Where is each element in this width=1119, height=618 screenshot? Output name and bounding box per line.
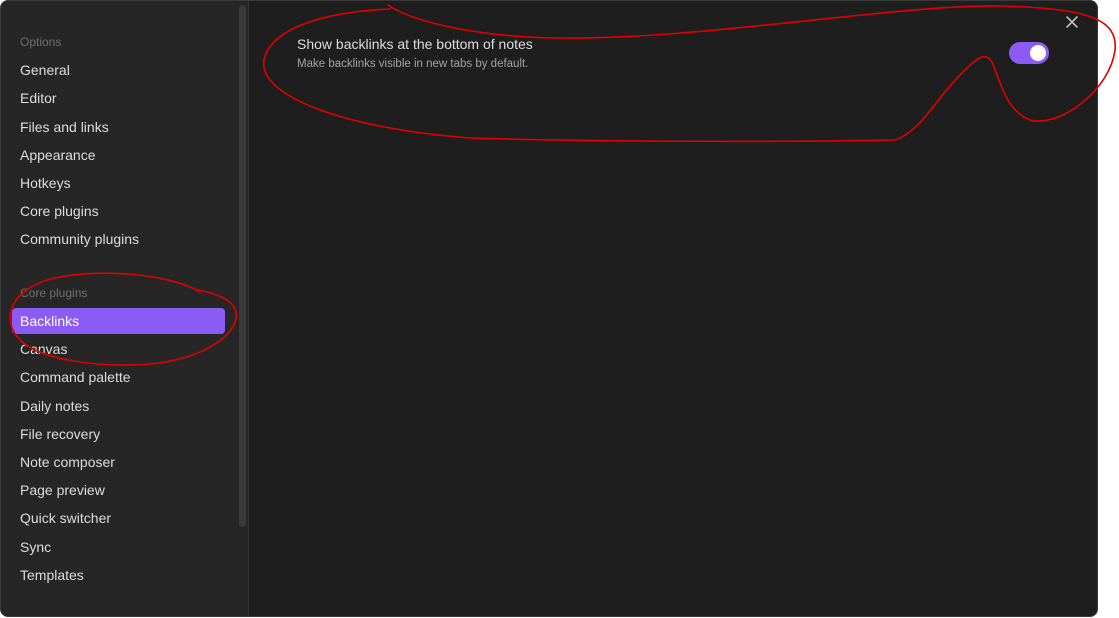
show-backlinks-toggle[interactable] [1009,42,1049,64]
sidebar-item-templates[interactable]: Templates [12,562,225,588]
options-heading: Options [20,35,62,49]
settings-modal: Options General Editor Files and links A… [0,0,1098,617]
sidebar-item-core-plugins[interactable]: Core plugins [12,198,225,224]
sidebar-item-files-and-links[interactable]: Files and links [12,114,225,140]
sidebar-item-command-palette[interactable]: Command palette [12,364,225,390]
sidebar-item-editor[interactable]: Editor [12,85,225,111]
sidebar-item-community-plugins[interactable]: Community plugins [12,226,225,252]
toggle-knob [1030,45,1046,61]
sidebar-item-general[interactable]: General [12,57,225,83]
sidebar-item-daily-notes[interactable]: Daily notes [12,393,225,419]
sidebar-scrollbar[interactable] [239,5,246,527]
sidebar-item-page-preview[interactable]: Page preview [12,477,225,503]
settings-sidebar: Options General Editor Files and links A… [1,1,249,616]
sidebar-item-backlinks[interactable]: Backlinks [12,308,225,334]
setting-description: Make backlinks visible in new tabs by de… [297,58,529,70]
close-icon [1066,16,1078,28]
sidebar-item-quick-switcher[interactable]: Quick switcher [12,505,225,531]
sidebar-item-note-composer[interactable]: Note composer [12,449,225,475]
sidebar-item-sync[interactable]: Sync [12,534,225,560]
close-button[interactable] [1061,11,1083,33]
sidebar-item-file-recovery[interactable]: File recovery [12,421,225,447]
sidebar-item-appearance[interactable]: Appearance [12,142,225,168]
sidebar-item-canvas[interactable]: Canvas [12,336,225,362]
core-plugins-heading: Core plugins [20,286,88,300]
setting-name: Show backlinks at the bottom of notes [297,36,533,52]
sidebar-item-hotkeys[interactable]: Hotkeys [12,170,225,196]
settings-content: Show backlinks at the bottom of notes Ma… [249,1,1097,616]
